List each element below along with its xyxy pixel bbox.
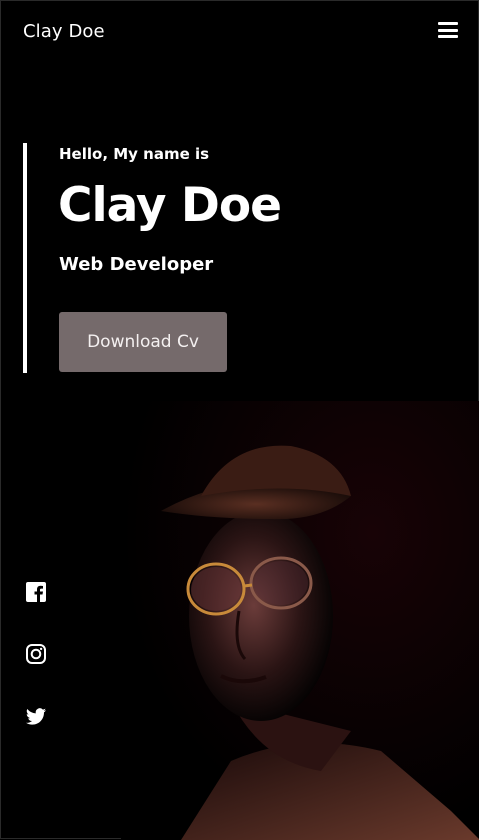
page: Clay Doe Hello, My name is Clay Doe Web … xyxy=(0,0,479,840)
brand-logo[interactable]: Clay Doe xyxy=(23,21,105,42)
hero-role: Web Developer xyxy=(59,254,214,275)
hero-accent-bar xyxy=(23,143,27,373)
facebook-icon[interactable] xyxy=(25,581,47,603)
instagram-icon[interactable] xyxy=(25,643,47,665)
portrait-image xyxy=(121,401,479,840)
hamburger-menu-icon[interactable] xyxy=(438,22,458,38)
hero-name: Clay Doe xyxy=(58,178,282,233)
hero-greeting: Hello, My name is xyxy=(59,145,210,163)
twitter-icon[interactable] xyxy=(25,706,47,728)
download-cv-button[interactable]: Download Cv xyxy=(59,312,227,372)
